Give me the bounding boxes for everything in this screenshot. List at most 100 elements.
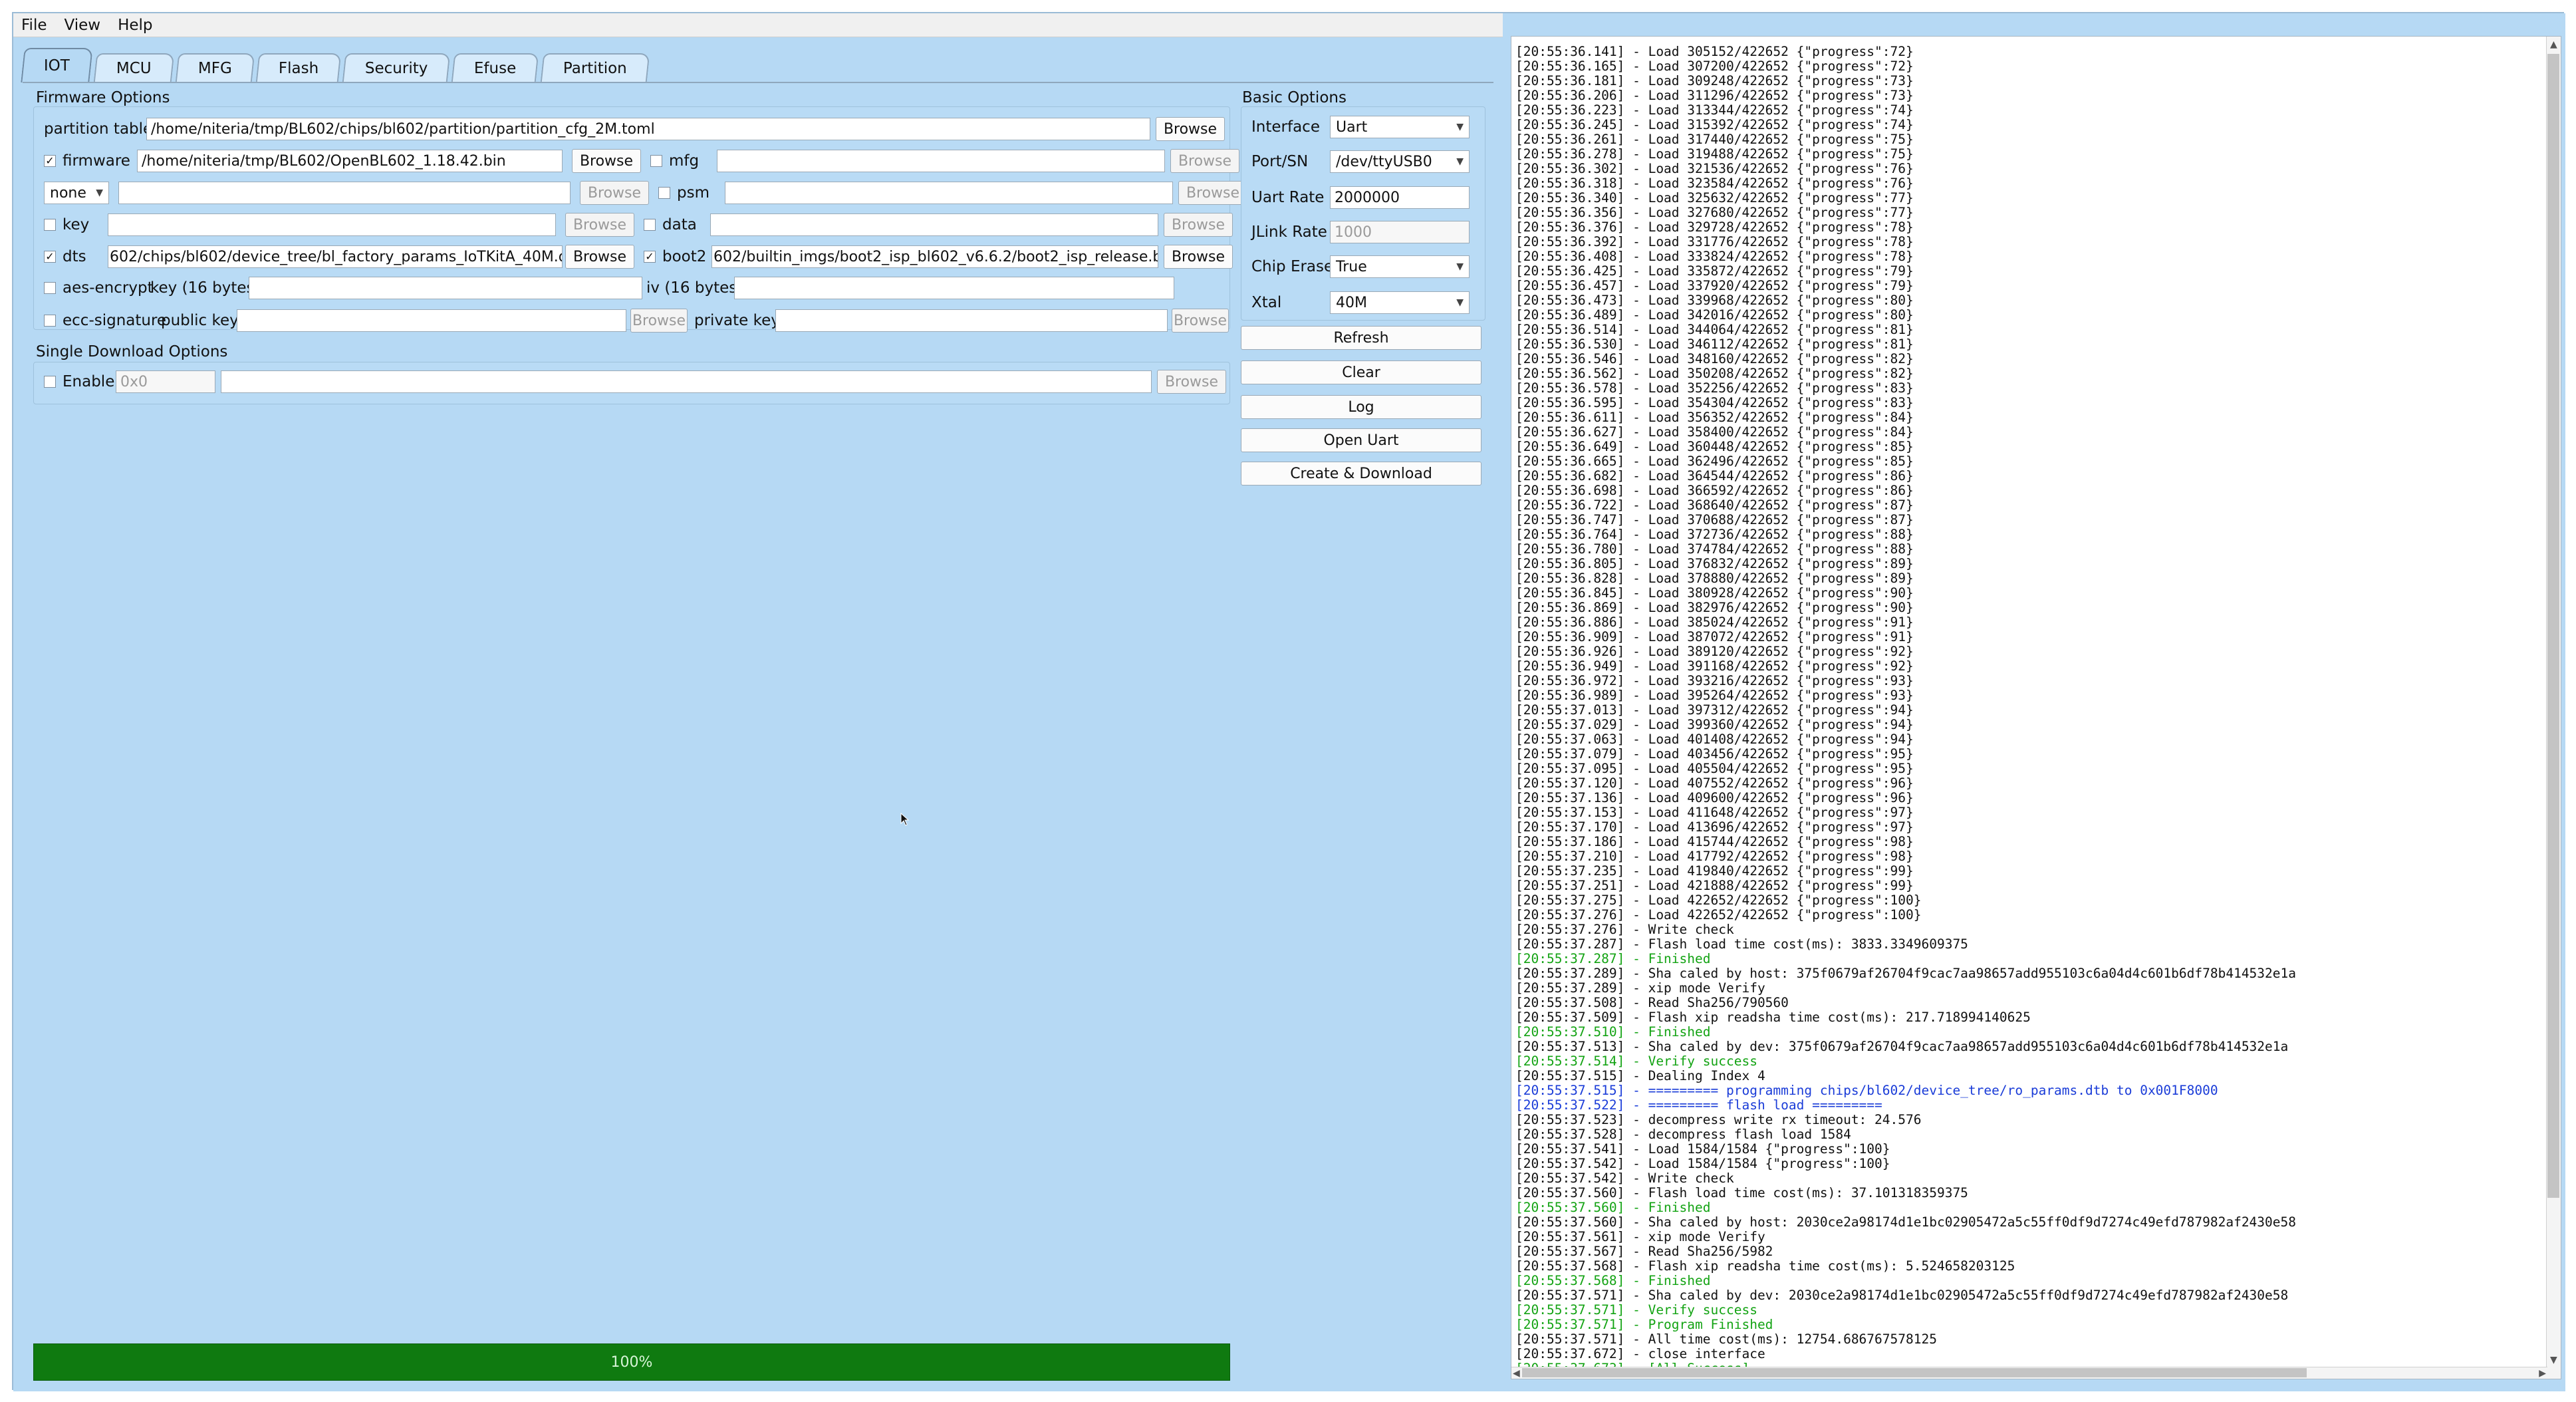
xtal-combo[interactable]: 40M ▼: [1330, 291, 1470, 314]
mfg-field[interactable]: [717, 150, 1165, 172]
tab-partition[interactable]: Partition: [540, 53, 650, 82]
scroll-up-icon[interactable]: ▲: [2550, 39, 2557, 50]
firmware-checkbox[interactable]: ✓: [44, 155, 56, 167]
partition-table-browse-button[interactable]: Browse: [1156, 117, 1225, 141]
mouse-cursor-icon: [900, 813, 910, 826]
boot2-checkbox[interactable]: ✓: [644, 251, 656, 263]
key-field[interactable]: [108, 213, 556, 236]
scroll-down-icon[interactable]: ▼: [2550, 1355, 2557, 1365]
ecc-private-browse-button[interactable]: Browse: [1172, 309, 1229, 333]
aes-encrypt-checkbox[interactable]: [44, 282, 56, 294]
mfg-browse-button[interactable]: Browse: [1170, 149, 1239, 173]
psm-browse-button[interactable]: Browse: [1178, 181, 1247, 205]
dts-checkbox[interactable]: ✓: [44, 251, 56, 263]
key-checkbox[interactable]: [44, 219, 56, 231]
key-browse-button[interactable]: Browse: [565, 213, 634, 237]
aes-iv-field[interactable]: [734, 277, 1174, 299]
menu-help[interactable]: Help: [118, 17, 152, 34]
firmware-row: ✓ firmware /home/niteria/tmp/BL602/OpenB…: [44, 149, 1239, 173]
log-line: [20:55:36.376] - Load 329728/422652 {"pr…: [1515, 219, 1914, 235]
partition-table-field[interactable]: /home/niteria/tmp/BL602/chips/bl602/part…: [146, 118, 1150, 140]
jlink-rate-field[interactable]: 1000: [1330, 221, 1470, 243]
log-vertical-scroll-thumb[interactable]: [2547, 54, 2559, 1198]
key-data-row: key Browse data Browse: [44, 213, 1233, 237]
log-line: [20:55:36.627] - Load 358400/422652 {"pr…: [1515, 424, 1914, 440]
tab-iot[interactable]: IOT: [21, 48, 93, 82]
ecc-signature-checkbox[interactable]: [44, 315, 56, 327]
data-browse-button[interactable]: Browse: [1164, 213, 1233, 237]
menu-file[interactable]: File: [21, 17, 47, 34]
log-line: [20:55:36.489] - Load 342016/422652 {"pr…: [1515, 307, 1914, 323]
tab-flash[interactable]: Flash: [255, 53, 342, 82]
ecc-public-key-field[interactable]: [237, 309, 626, 332]
create-download-button[interactable]: Create & Download: [1241, 462, 1481, 486]
port-combo[interactable]: /dev/ttyUSB0 ▼: [1330, 150, 1470, 173]
scroll-right-icon[interactable]: ▶: [2539, 1368, 2546, 1379]
log-line: [20:55:37.287] - Flash load time cost(ms…: [1515, 936, 1968, 952]
menu-view[interactable]: View: [64, 17, 101, 34]
log-line: [20:55:36.302] - Load 321536/422652 {"pr…: [1515, 161, 1914, 176]
log-line: [20:55:37.560] - Sha caled by host: 2030…: [1515, 1214, 2296, 1230]
none-field[interactable]: [118, 182, 571, 204]
dts-browse-button[interactable]: Browse: [565, 245, 634, 269]
main-panel: File View Help IOT MCU MFG Flash Securit…: [13, 13, 1503, 1391]
interface-combo[interactable]: Uart ▼: [1330, 116, 1470, 138]
tab-security[interactable]: Security: [342, 53, 451, 82]
single-address-field[interactable]: 0x0: [116, 370, 215, 393]
log-line: [20:55:36.261] - Load 317440/422652 {"pr…: [1515, 132, 1914, 147]
log-line: [20:55:36.682] - Load 364544/422652 {"pr…: [1515, 468, 1914, 484]
log-line: [20:55:37.063] - Load 401408/422652 {"pr…: [1515, 732, 1914, 747]
uart-rate-label: Uart Rate: [1251, 189, 1325, 206]
ecc-public-browse-button[interactable]: Browse: [630, 309, 688, 333]
ecc-private-key-field[interactable]: [775, 309, 1168, 332]
log-horizontal-scroll-thumb[interactable]: [1522, 1368, 2307, 1377]
boot2-field[interactable]: 602/builtin_imgs/boot2_isp_bl602_v6.6.2/…: [711, 245, 1158, 268]
psm-checkbox[interactable]: [658, 187, 670, 199]
log-line: [20:55:37.515] - Dealing Index 4: [1515, 1068, 1765, 1083]
log-button[interactable]: Log: [1241, 395, 1481, 419]
firmware-field[interactable]: /home/niteria/tmp/BL602/OpenBL602_1.18.4…: [137, 150, 563, 172]
refresh-button[interactable]: Refresh: [1241, 326, 1481, 350]
log-line: [20:55:36.611] - Load 356352/422652 {"pr…: [1515, 410, 1914, 425]
aes-iv-label: iv (16 bytes): [646, 279, 743, 297]
tab-mfg[interactable]: MFG: [175, 53, 255, 82]
clear-button[interactable]: Clear: [1241, 360, 1481, 384]
aes-key-field[interactable]: [249, 277, 642, 299]
single-file-field[interactable]: [221, 370, 1152, 393]
psm-field[interactable]: [725, 182, 1173, 204]
psm-label: psm: [677, 184, 709, 202]
none-browse-button[interactable]: Browse: [580, 181, 649, 205]
log-horizontal-scrollbar[interactable]: ◀ ▶: [1511, 1367, 2547, 1379]
chip-erase-combo[interactable]: True ▼: [1330, 255, 1470, 278]
log-line: [20:55:37.013] - Load 397312/422652 {"pr…: [1515, 702, 1914, 718]
log-line: [20:55:37.509] - Flash xip readsha time …: [1515, 1010, 2031, 1025]
log-line: [20:55:37.542] - Write check: [1515, 1171, 1734, 1186]
enable-checkbox[interactable]: [44, 376, 56, 388]
tab-mcu[interactable]: MCU: [93, 53, 174, 82]
image-type-combo[interactable]: none ▼: [44, 182, 109, 204]
data-field[interactable]: [710, 213, 1158, 236]
open-uart-button[interactable]: Open Uart: [1241, 428, 1481, 452]
boot2-browse-button[interactable]: Browse: [1164, 245, 1233, 269]
log-line: [20:55:36.828] - Load 378880/422652 {"pr…: [1515, 571, 1914, 586]
log-line: [20:55:37.560] - Finished: [1515, 1200, 1711, 1215]
dts-field[interactable]: 602/chips/bl602/device_tree/bl_factory_p…: [108, 245, 563, 268]
log-line: [20:55:36.845] - Load 380928/422652 {"pr…: [1515, 585, 1914, 601]
uart-rate-field[interactable]: 2000000: [1330, 186, 1470, 209]
single-browse-button[interactable]: Browse: [1157, 370, 1226, 394]
log-line: [20:55:37.287] - Finished: [1515, 951, 1711, 966]
aes-key-label: key (16 bytes): [150, 279, 261, 297]
mfg-checkbox[interactable]: [650, 155, 662, 167]
log-vertical-scrollbar[interactable]: ▲ ▼: [2546, 37, 2561, 1379]
single-download-title: Single Download Options: [36, 343, 228, 360]
boot2-label: boot2: [662, 248, 707, 265]
firmware-browse-button[interactable]: Browse: [572, 149, 641, 173]
log-line: [20:55:37.513] - Sha caled by dev: 375f0…: [1515, 1039, 2289, 1054]
log-line: [20:55:37.541] - Load 1584/1584 {"progre…: [1515, 1141, 1890, 1157]
data-checkbox[interactable]: [644, 219, 656, 231]
scroll-left-icon[interactable]: ◀: [1513, 1368, 1520, 1379]
log-output[interactable]: [20:55:36.141] - Load 305152/422652 {"pr…: [1511, 36, 2561, 1379]
tab-efuse[interactable]: Efuse: [451, 53, 539, 82]
log-line: [20:55:37.514] - Verify success: [1515, 1053, 1757, 1069]
chevron-down-icon: ▼: [1456, 261, 1464, 272]
